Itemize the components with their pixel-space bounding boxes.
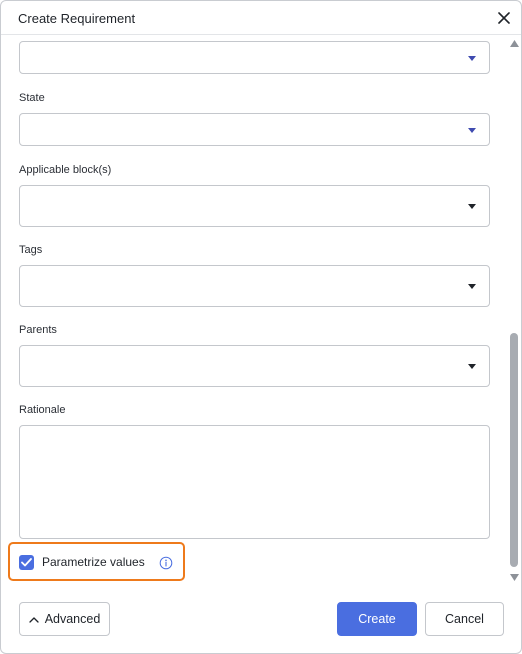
chevron-down-icon: [468, 284, 476, 289]
close-button[interactable]: [495, 9, 513, 27]
parametrize-label[interactable]: Parametrize values: [42, 555, 145, 569]
chevron-down-icon: [468, 204, 476, 209]
parents-label: Parents: [19, 324, 57, 336]
dialog-header: Create Requirement: [1, 1, 521, 35]
top-select[interactable]: [19, 41, 490, 74]
applicable-blocks-label: Applicable block(s): [19, 164, 112, 176]
scroll-up-icon[interactable]: [510, 40, 519, 47]
chevron-up-icon: [29, 616, 39, 623]
parametrize-checkbox[interactable]: [19, 555, 34, 570]
tags-label: Tags: [19, 244, 43, 256]
state-label: State: [19, 92, 45, 104]
create-requirement-dialog: Create Requirement State Applicable bloc…: [0, 0, 522, 654]
tags-select[interactable]: [19, 265, 490, 307]
scroll-down-icon[interactable]: [510, 574, 519, 581]
cancel-button-label: Cancel: [445, 612, 484, 626]
rationale-textarea[interactable]: [19, 425, 490, 539]
dialog-title: Create Requirement: [18, 11, 136, 26]
dialog-content: State Applicable block(s) Tags Parents R…: [1, 36, 507, 588]
check-icon: [21, 558, 32, 567]
chevron-down-icon: [468, 56, 476, 61]
parents-select[interactable]: [19, 345, 490, 387]
create-button-label: Create: [358, 612, 396, 626]
chevron-down-icon: [468, 364, 476, 369]
scroll-thumb[interactable]: [510, 333, 518, 567]
vertical-scrollbar[interactable]: [507, 36, 521, 588]
advanced-button-label: Advanced: [44, 612, 101, 626]
create-button[interactable]: Create: [337, 602, 417, 636]
info-icon[interactable]: [159, 556, 173, 570]
chevron-down-icon: [468, 128, 476, 133]
advanced-button[interactable]: Advanced: [19, 602, 110, 636]
applicable-blocks-select[interactable]: [19, 185, 490, 227]
state-select[interactable]: [19, 113, 490, 146]
rationale-label: Rationale: [19, 404, 66, 416]
close-icon: [498, 12, 510, 24]
cancel-button[interactable]: Cancel: [425, 602, 504, 636]
